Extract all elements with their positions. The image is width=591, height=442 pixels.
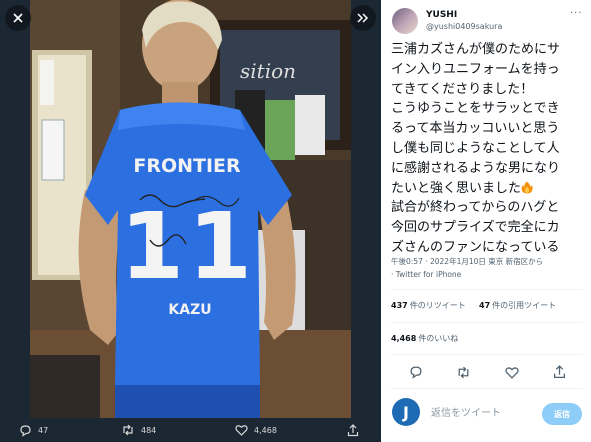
media-viewer: sition FRONTIER 11 KAZU 47 484 4,468: [0, 0, 381, 442]
retweet-button[interactable]: [454, 363, 472, 381]
media-action-bar: 47 484 4,468: [0, 418, 381, 442]
like-stat-label: 件のいいね: [418, 334, 459, 343]
retweet-stat-label: 件のリツイート: [409, 301, 466, 310]
retweet-count: 484: [141, 425, 157, 435]
author-avatar[interactable]: [392, 8, 418, 34]
tweet-line: 試合が終わってからのハグと: [391, 200, 560, 216]
tweet-line: 三浦カズさんが僕のためにサ: [391, 42, 561, 57]
author-handle[interactable]: @yushi0409sakura: [426, 22, 502, 31]
svg-text:11: 11: [120, 193, 256, 300]
like-button[interactable]: [503, 363, 521, 381]
svg-text:FRONTIER: FRONTIER: [133, 155, 241, 177]
fire-emoji-icon: [521, 181, 533, 194]
like-count: 4,468: [254, 425, 277, 435]
current-user-avatar[interactable]: J: [392, 398, 420, 426]
heart-icon: [505, 366, 519, 379]
divider: [391, 354, 583, 355]
share-icon: [346, 423, 360, 437]
quote-stat-count: 47: [479, 301, 491, 310]
tweet-detail-panel: YUSHI @yushi0409sakura ··· 三浦カズさんが僕のためにサ…: [381, 0, 591, 442]
quote-stat[interactable]: 47 件の引用ツイート: [479, 300, 556, 311]
tweet-line: イン入りユニフォームを持っ: [391, 61, 560, 77]
tweet-timestamp[interactable]: 午後0:57 · 2022年1月10日 東京 新宿区から: [391, 255, 587, 268]
heart-icon: [234, 423, 248, 437]
reply-icon: [18, 423, 32, 437]
share-action[interactable]: [346, 423, 366, 437]
tweet-actions: [381, 363, 591, 381]
share-icon: [553, 365, 565, 379]
tweet-line-with-emoji: たいと強く思いました: [391, 179, 587, 199]
double-chevron-right-icon: [357, 13, 369, 23]
tweet-line: てきてくださりました！: [391, 81, 534, 97]
tweet-line: るって本当カッコいいと思う: [391, 121, 560, 137]
reply-action[interactable]: 47: [18, 423, 48, 437]
divider: [391, 388, 583, 389]
reply-count: 47: [38, 425, 49, 435]
tweet-media-modal: sition FRONTIER 11 KAZU 47 484 4,468 YUS…: [0, 0, 591, 442]
tweet-line: 今回のサプライズで完全にカ: [391, 220, 560, 236]
close-icon: [13, 13, 23, 23]
retweet-stat-count: 437: [391, 301, 408, 310]
reply-icon: [410, 366, 422, 379]
tweet-photo[interactable]: sition FRONTIER 11 KAZU: [30, 0, 351, 418]
quote-stat-label: 件の引用ツイート: [492, 301, 557, 310]
tweet-line-text: たいと強く思いました: [391, 180, 522, 196]
close-button[interactable]: [5, 5, 31, 31]
tweet-line: し僕も同じようなことして人: [391, 140, 560, 156]
tweet-metadata: 午後0:57 · 2022年1月10日 東京 新宿区から · Twitter f…: [391, 255, 587, 281]
divider: [391, 289, 583, 290]
divider: [391, 322, 583, 323]
tweet-line: に感謝されるような男になり: [391, 160, 561, 176]
more-options-button[interactable]: ···: [570, 8, 583, 19]
jersey-photo-illustration: sition FRONTIER 11 KAZU: [30, 0, 351, 418]
retweet-action[interactable]: 484: [121, 423, 156, 437]
retweet-icon: [458, 366, 468, 378]
retweet-stat[interactable]: 437 件のリツイート: [391, 300, 466, 311]
expand-panel-button[interactable]: [350, 5, 376, 31]
tweet-line: こうゆうことをサラッとでき: [391, 101, 560, 117]
retweet-icon: [121, 423, 135, 437]
tweet-text: 三浦カズさんが僕のためにサ イン入りユニフォームを持っ てきてくださりました！ …: [391, 40, 587, 258]
author-name[interactable]: YUSHI: [426, 10, 457, 20]
reply-input[interactable]: 返信をツイート: [431, 404, 501, 419]
svg-text:sition: sition: [240, 59, 296, 83]
reply-submit-button[interactable]: 返信: [542, 403, 582, 425]
like-action[interactable]: 4,468: [234, 423, 277, 437]
share-button[interactable]: [550, 363, 568, 381]
like-stat-count: 4,468: [391, 334, 417, 343]
svg-text:KAZU: KAZU: [168, 302, 211, 318]
like-stat[interactable]: 4,468 件のいいね: [391, 333, 458, 344]
reply-button[interactable]: [407, 363, 425, 381]
tweet-source[interactable]: · Twitter for iPhone: [391, 268, 587, 281]
